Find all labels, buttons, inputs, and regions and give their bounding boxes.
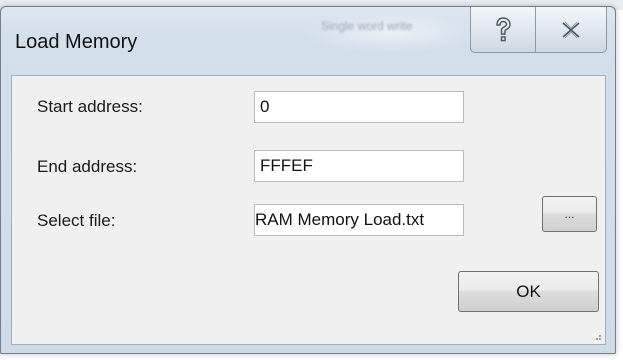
help-question-icon xyxy=(496,16,511,41)
load-memory-dialog: Single word write Load Memory Start addr… xyxy=(0,6,616,354)
select-file-input[interactable]: RAM Memory Load.txt xyxy=(254,204,464,236)
resize-grip-icon[interactable] xyxy=(592,331,602,341)
end-address-input[interactable]: FFFEF xyxy=(254,150,464,182)
close-x-icon xyxy=(562,21,580,38)
end-address-label: End address: xyxy=(37,157,138,176)
help-button[interactable] xyxy=(470,7,536,53)
ok-button[interactable]: OK xyxy=(458,271,599,312)
browse-file-button[interactable]: ... xyxy=(542,196,597,232)
title-bar[interactable]: Single word write Load Memory xyxy=(1,7,615,75)
select-file-label: Select file: xyxy=(37,211,116,230)
close-button[interactable] xyxy=(535,7,607,53)
background-window-title: Single word write xyxy=(321,19,413,33)
dialog-title: Load Memory xyxy=(15,31,138,53)
start-address-input[interactable]: 0 xyxy=(254,91,464,123)
screen: Single word write Load Memory Start addr… xyxy=(0,0,623,360)
start-address-label: Start address: xyxy=(37,97,143,116)
dialog-client-area: Start address: 0 End address: FFFEF Sele… xyxy=(11,75,606,345)
